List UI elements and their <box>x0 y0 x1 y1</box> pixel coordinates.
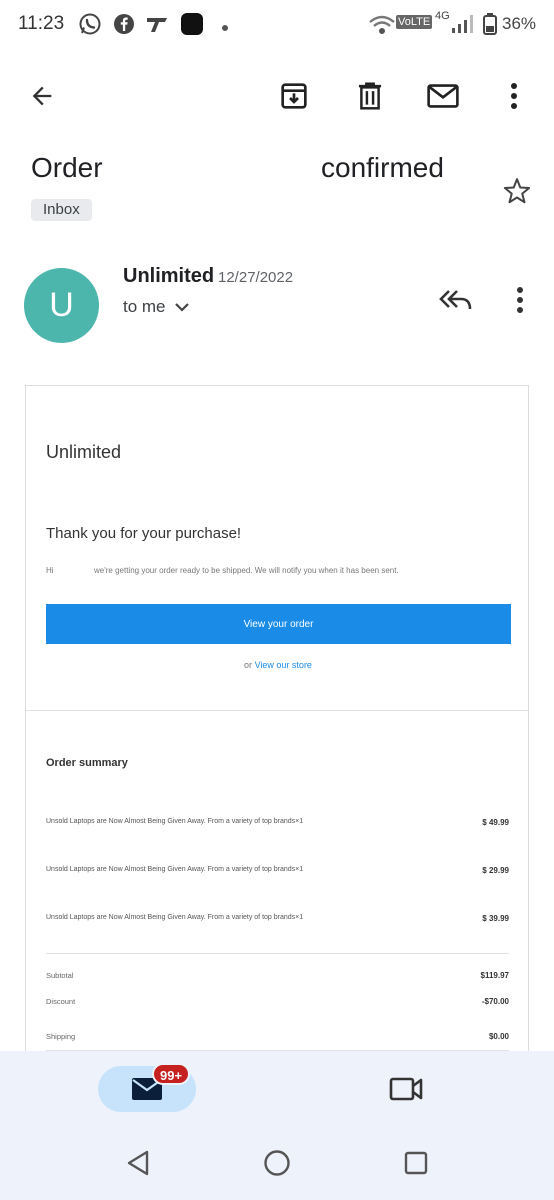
email-subject: Order confirmed <box>31 152 491 192</box>
inbox-label-chip[interactable]: Inbox <box>31 199 92 221</box>
signal-icon <box>450 14 474 39</box>
volte-label: VoLTE <box>396 15 433 29</box>
greeting: Hi <box>46 566 54 575</box>
archive-icon <box>281 83 307 109</box>
item-price: $ 49.99 <box>482 818 509 827</box>
dot-icon <box>221 19 229 37</box>
email-toolbar <box>0 60 554 130</box>
chevron-down-icon <box>174 303 189 312</box>
system-home-button[interactable] <box>261 1147 293 1179</box>
mark-unread-button[interactable] <box>423 76 463 116</box>
more-options-button[interactable] <box>494 76 534 116</box>
back-arrow-icon <box>32 86 52 106</box>
archive-button[interactable] <box>274 76 314 116</box>
subject-word-2: confirmed <box>321 152 444 183</box>
more-vert-icon <box>517 287 523 313</box>
whatsapp-icon <box>78 12 102 41</box>
avatar[interactable]: U <box>24 268 99 343</box>
divider <box>26 710 528 711</box>
battery-icon <box>483 13 497 40</box>
more-vert-icon <box>511 83 517 109</box>
facebook-icon <box>112 12 136 41</box>
sender-name: Unlimited <box>123 265 215 287</box>
star-button[interactable] <box>498 172 536 210</box>
system-recents-button[interactable] <box>400 1147 432 1179</box>
subtotal-label: Subtotal <box>46 971 74 980</box>
subtotal-value: $119.97 <box>480 971 509 980</box>
sender-more-button[interactable] <box>504 282 536 318</box>
item-price: $ 39.99 <box>482 914 509 923</box>
delete-button[interactable] <box>350 76 390 116</box>
mark-unread-icon <box>427 84 459 108</box>
item-name: Unsold Laptops are Now Almost Being Give… <box>46 866 304 873</box>
store-name: Unlimited <box>46 442 122 462</box>
app-notification-icon <box>145 12 171 41</box>
order-message: Hi we're getting your order ready to be s… <box>46 566 399 575</box>
reply-all-button[interactable] <box>434 282 478 318</box>
store-link-line: or View our store <box>26 660 530 670</box>
sender-date: 12/27/2022 <box>218 269 294 286</box>
unread-count-badge: 99+ <box>152 1063 191 1085</box>
back-button[interactable] <box>22 76 62 116</box>
circle-home-icon <box>264 1150 290 1176</box>
email-body: Unlimited Thank you for your purchase! H… <box>25 385 529 1085</box>
discount-label: Discount <box>46 997 76 1006</box>
or-text: or <box>244 660 253 670</box>
status-bar: 11:23 VoLTE 4G 36% <box>0 0 554 50</box>
app-square-icon <box>180 12 204 41</box>
message-text: we're getting your order ready to be shi… <box>94 566 399 575</box>
view-store-link[interactable]: View our store <box>255 660 312 670</box>
view-order-button[interactable]: View your order <box>46 604 511 644</box>
discount-value: -$70.00 <box>481 997 509 1006</box>
delete-icon <box>358 82 382 110</box>
recipient-details-toggle[interactable]: to me <box>123 297 190 317</box>
square-recents-icon <box>404 1151 428 1175</box>
thank-you-heading: Thank you for your purchase! <box>46 525 242 542</box>
shipping-value: $0.00 <box>488 1032 509 1041</box>
video-camera-icon <box>389 1077 423 1101</box>
item-price: $ 29.99 <box>482 866 509 875</box>
bottom-navigation: 99+ <box>0 1051 554 1200</box>
item-name: Unsold Laptops are Now Almost Being Give… <box>46 818 304 825</box>
shipping-label: Shipping <box>46 1032 76 1041</box>
order-summary-title: Order summary <box>46 757 128 769</box>
status-time: 11:23 <box>18 13 65 34</box>
reply-all-icon <box>439 290 472 310</box>
battery-percent: 36% <box>502 14 537 33</box>
item-name: Unsold Laptops are Now Almost Being Give… <box>46 914 304 921</box>
star-icon <box>503 178 531 204</box>
network-type: 4G <box>435 10 450 22</box>
recipient-label: to me <box>123 297 166 316</box>
system-back-button[interactable] <box>122 1147 154 1179</box>
triangle-back-icon <box>127 1150 149 1176</box>
nav-meet-tab[interactable] <box>386 1073 426 1105</box>
wifi-icon <box>368 14 396 41</box>
subject-word-1: Order <box>31 152 103 183</box>
divider <box>46 953 509 954</box>
